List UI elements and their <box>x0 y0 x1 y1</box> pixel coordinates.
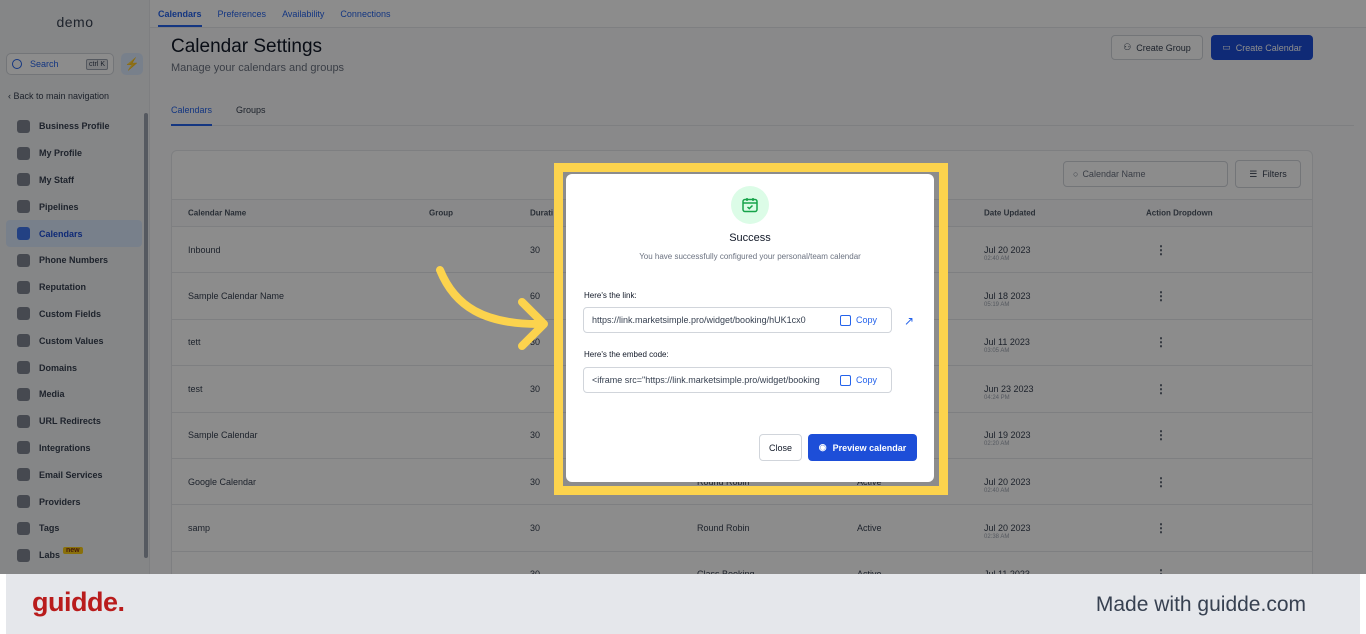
footer: guidde. Made with guidde.com <box>0 574 1366 634</box>
copy-link-button[interactable]: Copy <box>840 314 878 326</box>
modal-title: Success <box>729 232 771 244</box>
callout-arrow-icon <box>436 266 548 350</box>
copy-icon <box>840 374 851 386</box>
guidde-logo: guidde. <box>32 587 125 617</box>
booking-link-value: https://link.marketsimple.pro/widget/boo… <box>592 315 806 325</box>
modal-message: You have successfully configured your pe… <box>639 252 861 261</box>
embed-code-field[interactable]: <iframe src="https://link.marketsimple.p… <box>583 367 892 393</box>
copy-embed-button[interactable]: Copy <box>840 374 878 386</box>
calendar-check-icon <box>742 198 758 213</box>
success-modal: Success You have successfully configured… <box>566 174 934 482</box>
copy-label: Copy <box>856 315 878 325</box>
external-link-icon[interactable]: ↗ <box>904 314 914 328</box>
close-button[interactable]: Close <box>759 434 802 461</box>
made-with-text: Made with guidde.com <box>1095 593 1306 616</box>
embed-label: Here's the embed code: <box>584 350 669 359</box>
embed-code-value: <iframe src="https://link.marketsimple.p… <box>592 375 820 385</box>
calendar-check-icon <box>731 186 769 224</box>
booking-link-field[interactable]: https://link.marketsimple.pro/widget/boo… <box>583 307 892 333</box>
copy-label: Copy <box>856 375 878 385</box>
preview-calendar-button[interactable]: ◉ Preview calendar <box>808 434 917 461</box>
copy-icon <box>840 314 851 326</box>
preview-label: Preview calendar <box>832 442 907 453</box>
footer-bar: guidde. Made with guidde.com <box>6 574 1360 634</box>
link-label: Here's the link: <box>584 291 637 300</box>
eye-icon: ◉ <box>818 442 827 452</box>
